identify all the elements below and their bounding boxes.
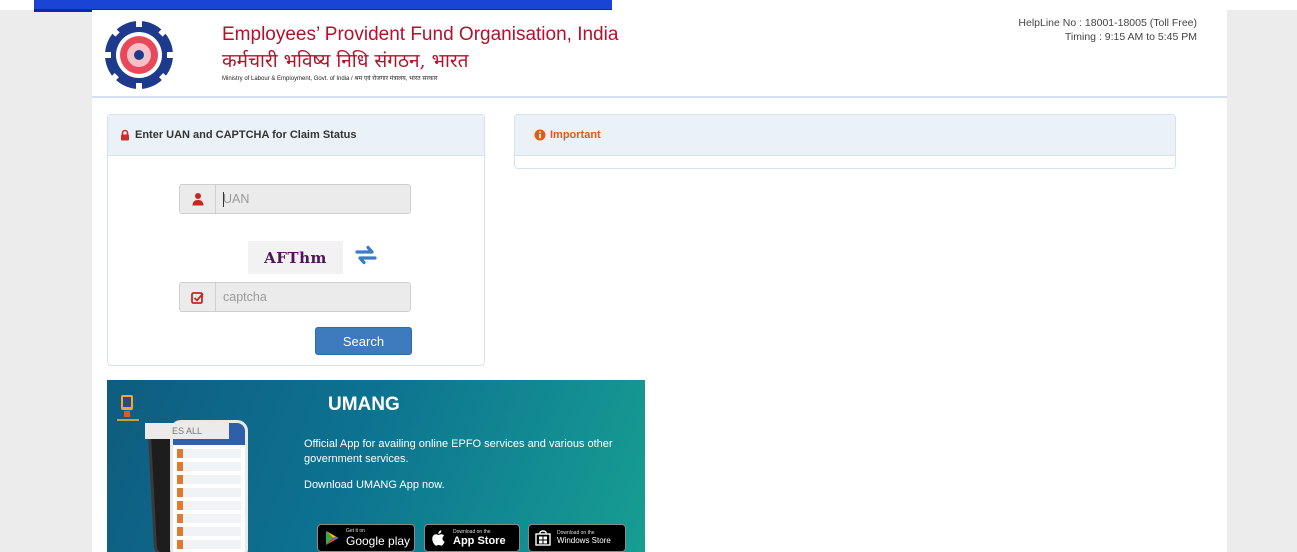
phone-app-row	[177, 475, 241, 484]
phone-app-row	[177, 514, 241, 523]
phone-app-row	[177, 449, 241, 458]
claim-status-panel: Enter UAN and CAPTCHA for Claim Status A…	[107, 114, 485, 366]
google-play-badge[interactable]: Get it on Google play	[317, 524, 415, 552]
windows-store-label: Windows Store	[557, 536, 611, 545]
important-panel-title: Important	[550, 129, 601, 141]
uan-input[interactable]	[216, 185, 410, 213]
phone-app-row	[177, 462, 241, 471]
umang-cta: Download UMANG App now.	[304, 479, 445, 491]
umang-description: Official App for availing online EPFO se…	[304, 438, 613, 465]
refresh-icon[interactable]	[354, 243, 378, 267]
phone-front-mockup	[170, 420, 248, 552]
helpline-timing: Timing : 9:15 AM to 5:45 PM	[1064, 31, 1197, 43]
umang-banner[interactable]: ES ALL UMANG Official App for availing o…	[107, 380, 645, 552]
phone-services-banner: ES ALL	[145, 423, 229, 439]
captcha-input-group	[179, 282, 411, 312]
org-name-english: Employees’ Provident Fund Organisation, …	[222, 24, 619, 45]
windows-store-text: Download on the Windows Store	[557, 531, 611, 545]
windows-store-icon	[535, 530, 551, 546]
app-store-caption: Download on the	[453, 528, 491, 535]
org-name-hindi: कर्मचारी भविष्य निधि संगठन, भारत	[222, 50, 469, 72]
uan-addon	[180, 185, 216, 213]
google-play-icon	[326, 531, 339, 545]
phone-app-row	[177, 501, 241, 510]
captcha-input[interactable]	[216, 283, 410, 311]
captcha-addon	[180, 283, 216, 311]
umang-logo	[121, 395, 133, 417]
important-panel-header: Important	[515, 115, 1175, 156]
check-square-icon	[191, 291, 204, 304]
uan-input-group	[179, 184, 411, 214]
helpline-number: HelpLine No : 18001-18005 (Toll Free)	[1018, 17, 1197, 29]
site-header: Employees’ Provident Fund Organisation, …	[92, 10, 1227, 98]
page: Employees’ Provident Fund Organisation, …	[92, 10, 1227, 552]
app-store-badge[interactable]: Download on the App Store	[424, 524, 520, 552]
windows-store-badge[interactable]: Download on the Windows Store	[528, 524, 626, 552]
apple-icon	[432, 530, 445, 546]
text-caret	[223, 192, 224, 207]
app-store-label: App Store	[453, 534, 506, 547]
info-circle-icon	[534, 129, 546, 141]
user-icon	[192, 193, 203, 206]
helpline-info: HelpLine No : 18001-18005 (Toll Free) Ti…	[1018, 16, 1197, 44]
google-play-label: Google play	[346, 534, 411, 548]
important-panel: Important	[514, 114, 1176, 169]
phone-app-row	[177, 488, 241, 497]
page-gutter	[1227, 10, 1297, 552]
captcha-image: AFThm	[248, 241, 343, 274]
claim-panel-header: Enter UAN and CAPTCHA for Claim Status	[108, 115, 484, 156]
search-button[interactable]: Search	[315, 327, 412, 355]
epfo-logo	[102, 18, 176, 92]
app-store-text: Download on the App Store	[453, 528, 506, 547]
phone-app-row	[177, 540, 241, 549]
ministry-line: Ministry of Labour & Employment, Govt. o…	[222, 76, 438, 82]
claim-panel-title: Enter UAN and CAPTCHA for Claim Status	[135, 129, 357, 141]
lock-icon	[121, 129, 129, 141]
google-play-text: Get it on Google play	[346, 529, 411, 548]
phone-app-row	[177, 527, 241, 536]
umang-logo-caption	[117, 419, 139, 421]
umang-title: UMANG	[328, 394, 400, 415]
